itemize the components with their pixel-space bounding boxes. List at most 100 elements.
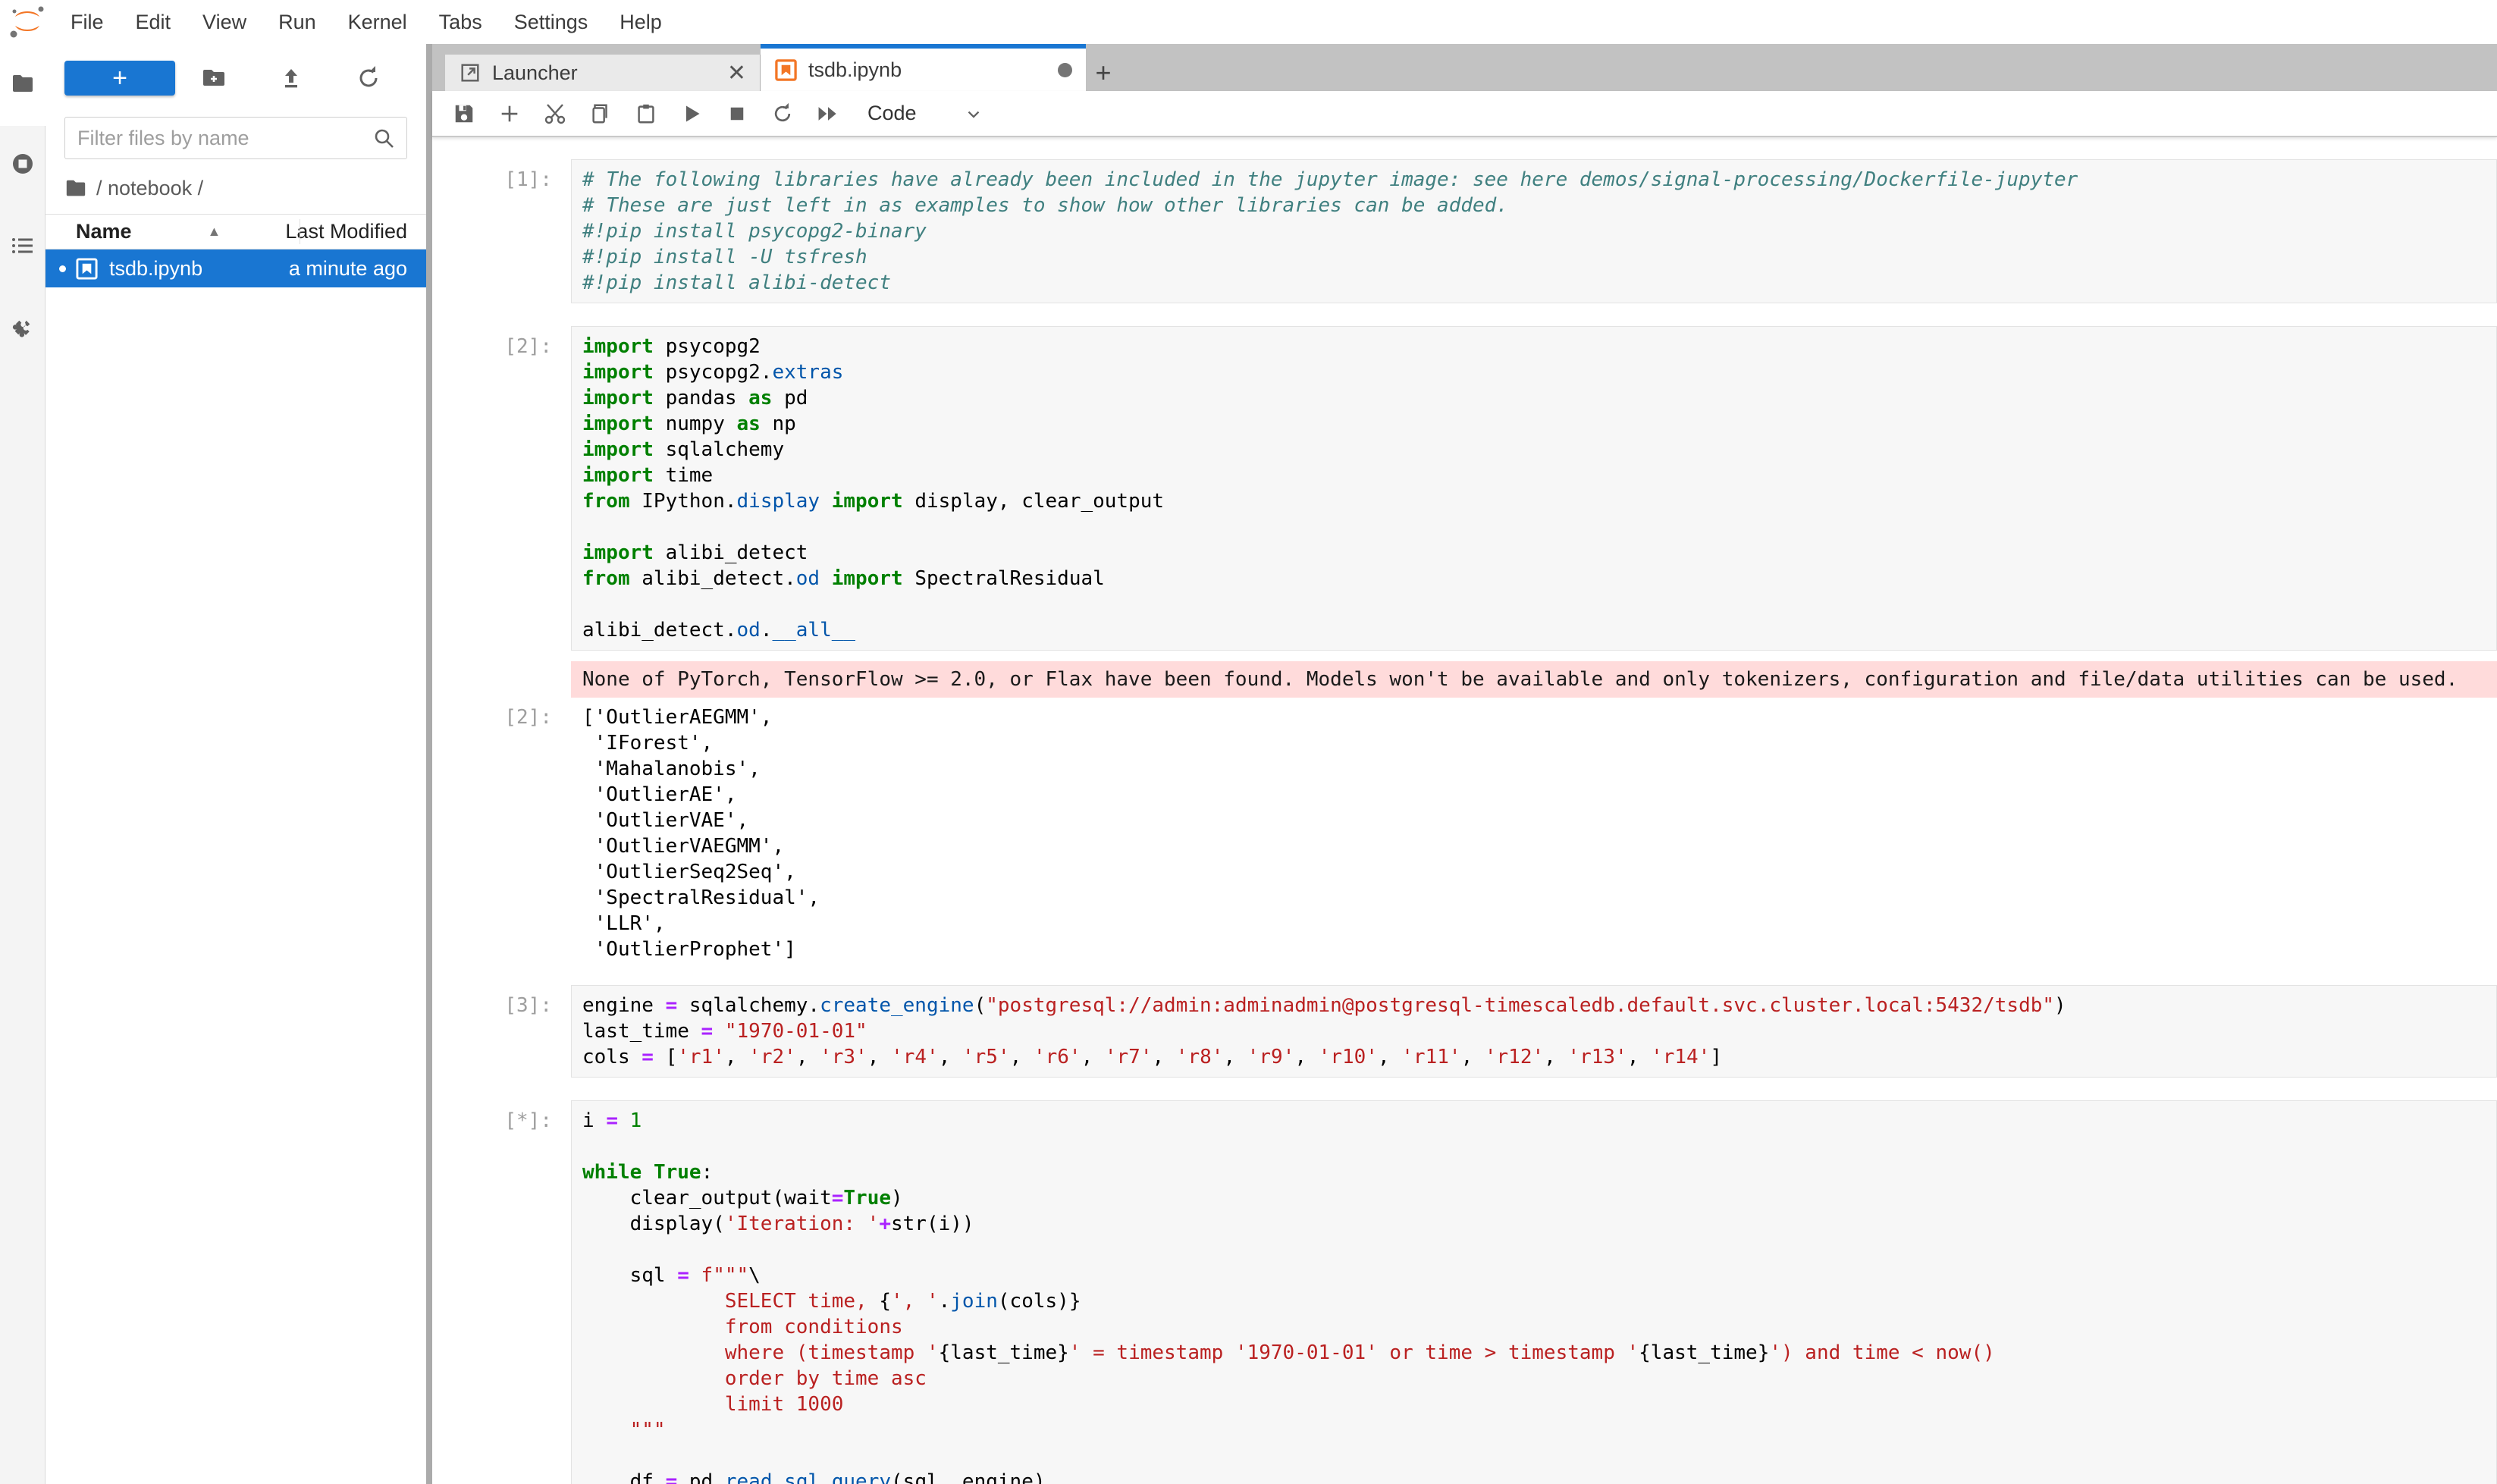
search-icon [372,127,397,151]
output-line: 'OutlierVAEGMM', [582,833,820,859]
home-folder-icon [64,177,87,199]
run-cell-button[interactable] [669,96,714,132]
code-line: order by time asc [582,1366,2496,1391]
upload-button[interactable] [253,65,330,91]
code-line: alibi_detect.od.__all__ [582,617,2496,643]
tab-launcher[interactable]: Launcher ✕ [445,55,761,91]
code-line: import psycopg2 [582,334,2496,359]
file-browser-icon[interactable] [11,71,35,96]
menu-item-settings[interactable]: Settings [498,0,604,44]
file-row-tsdb[interactable]: tsdb.ipynb a minute ago [45,249,426,287]
close-icon[interactable]: ✕ [727,60,746,86]
execute-result: [2]:['OutlierAEGMM', 'IForest', 'Mahalan… [432,704,2497,962]
output-line: ['OutlierAEGMM', [582,704,820,730]
restart-run-all-button[interactable] [805,96,851,132]
code-line: from IPython.display import display, cle… [582,488,2496,514]
copy-cells-button[interactable] [578,96,623,132]
code-line: df = pd.read_sql_query(sql, engine) [582,1469,2496,1484]
menu-item-view[interactable]: View [187,0,262,44]
notebook-cell: [2]:import psycopg2import psycopg2.extra… [432,326,2497,962]
cell-editor[interactable]: i = 1 while True: clear_output(wait=True… [571,1100,2497,1484]
code-line: import alibi_detect [582,540,2496,566]
output-line: 'SpectralResidual', [582,885,820,911]
menu-item-run[interactable]: Run [262,0,332,44]
tab-label: tsdb.ipynb [808,58,902,82]
code-line: display('Iteration: '+str(i)) [582,1211,2496,1237]
code-line: while True: [582,1159,2496,1185]
code-line: from alibi_detect.od import SpectralResi… [582,566,2496,591]
new-tab-button[interactable]: + [1086,55,1121,91]
menu-bar: FileEditViewRunKernelTabsSettingsHelp [0,0,2497,44]
sidebar-splitter[interactable] [426,44,432,1484]
file-listing-header[interactable]: Name ▲ Last Modified [45,214,426,249]
notebook-cell: [1]: # The following libraries have alrea… [432,159,2497,303]
filter-files-box [64,117,407,159]
code-line: import time [582,463,2496,488]
file-name: tsdb.ipynb [109,257,202,281]
output-line: 'OutlierProphet'] [582,937,820,962]
code-line: # These are just left in as examples to … [582,193,2496,218]
sort-arrow-icon: ▲ [208,224,221,240]
extension-manager-icon[interactable] [11,315,35,340]
breadcrumb-path: / notebook / [96,177,203,200]
code-line: """ [582,1417,2496,1443]
code-line: import numpy as np [582,411,2496,437]
output-line: 'OutlierVAE', [582,808,820,833]
chevron-down-icon[interactable] [964,104,983,124]
code-line: cols = ['r1', 'r2', 'r3', 'r4', 'r5', 'r… [582,1044,2496,1070]
menu-item-file[interactable]: File [55,0,120,44]
file-modified: a minute ago [289,257,426,281]
new-folder-button[interactable] [175,65,253,91]
column-name[interactable]: Name [45,220,132,243]
code-line: import psycopg2.extras [582,359,2496,385]
save-button[interactable] [441,96,487,132]
breadcrumb[interactable]: / notebook / [64,176,426,200]
output-line: 'LLR', [582,911,820,937]
notebook-toolbar: Code [432,91,2497,137]
code-line: clear_output(wait=True) [582,1185,2496,1211]
cell-editor[interactable]: # The following libraries have already b… [571,159,2497,303]
cell-type-dropdown[interactable]: Code [867,102,917,125]
output-line: 'IForest', [582,730,820,756]
interrupt-kernel-button[interactable] [714,96,760,132]
column-last-modified[interactable]: Last Modified [285,220,426,243]
cell-editor[interactable]: engine = sqlalchemy.create_engine("postg… [571,985,2497,1078]
running-kernels-icon[interactable] [11,152,35,176]
notebook-file-icon [75,257,99,281]
restart-kernel-button[interactable] [760,96,805,132]
cell-list: [1]: # The following libraries have alrea… [432,159,2497,1484]
cut-cells-button[interactable] [532,96,578,132]
execution-prompt: [3]: [432,985,571,1078]
menu-item-kernel[interactable]: Kernel [332,0,423,44]
execution-prompt: [2]: [432,326,571,651]
code-line [582,591,2496,617]
tab-tsdb-notebook[interactable]: tsdb.ipynb [761,44,1086,91]
notebook-icon [774,58,798,82]
add-cell-button[interactable] [487,96,532,132]
menu-item-edit[interactable]: Edit [120,0,187,44]
unsaved-changes-dot[interactable] [1058,63,1072,77]
cell-editor[interactable]: import psycopg2import psycopg2.extrasimp… [571,326,2497,651]
table-of-contents-icon[interactable] [11,234,35,258]
tab-label: Launcher [492,61,578,85]
code-line: sql = f"""\ [582,1263,2496,1288]
code-line: where (timestamp '{last_time}' = timesta… [582,1340,2496,1366]
code-line [582,1443,2496,1469]
output-line: 'OutlierSeq2Seq', [582,859,820,885]
code-line: #!pip install psycopg2-binary [582,218,2496,244]
output-prompt: [2]: [432,704,571,962]
jupyter-logo [0,0,55,44]
menu-item-help[interactable]: Help [604,0,678,44]
notebook-cell: [3]: engine = sqlalchemy.create_engine("p… [432,985,2497,1078]
code-line: # The following libraries have already b… [582,167,2496,193]
paste-cells-button[interactable] [623,96,669,132]
execution-prompt: [1]: [432,159,571,303]
new-launcher-button[interactable]: + [64,61,175,96]
code-line: import pandas as pd [582,385,2496,411]
code-line: engine = sqlalchemy.create_engine("postg… [582,993,2496,1018]
stderr-output: None of PyTorch, TensorFlow >= 2.0, or F… [571,661,2497,698]
menu-item-tabs[interactable]: Tabs [423,0,498,44]
refresh-button[interactable] [330,65,407,91]
notebook-content: [1]: # The following libraries have alrea… [432,137,2497,1484]
filter-files-input[interactable] [64,117,407,159]
